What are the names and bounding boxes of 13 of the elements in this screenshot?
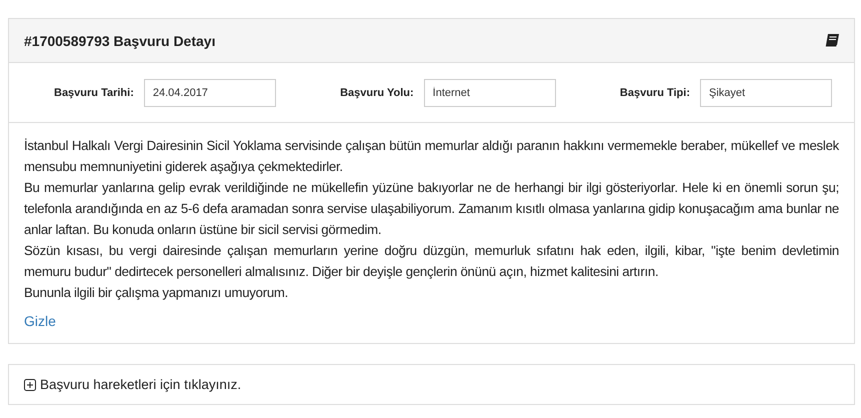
field-label: Başvuru Tipi:	[620, 86, 690, 98]
field-label: Başvuru Yolu:	[340, 86, 414, 98]
expand-icon	[24, 378, 36, 390]
paragraph: Bu memurlar yanlarına gelip evrak verildiğinde ne mükellefin yüzüne bakıyorlar ne de herhangi bir ilgi gösteriyorlar. Hele ki en önemli sorun şu; telefonla arandığında en az 5-6 defa aramadan sonra servise ulaşabiliyorum. Zamanım kısıtlı olmasa yanlarına gidip konuşacağım ama bunlar ne anlar laftan. Bu konuda onların üstüne bir sicil servisi görmedim.	[24, 179, 839, 239]
field-label: Başvuru Tarihi:	[54, 86, 134, 98]
book-icon[interactable]	[825, 34, 839, 47]
input-field[interactable]: Şikayet	[700, 78, 832, 106]
paragraph: Bununla ilgili bir çalışma yapmanızı umuyorum.	[24, 284, 290, 302]
panel-title: #1700589793 Başvuru Detayı	[24, 32, 216, 48]
input-field[interactable]: 24.04.2017	[144, 78, 276, 106]
paragraph: Sözün kısası, bu vergi dairesinde çalışan memurların yerine doğru düzgün, memurluk sıfatını hak eden, ilgili, kibar, "işte benim devletimin memuru budur" dedirtecek personelleri almalısınız. Diğer bir deyişle gençlerin önünü açın, hizmet kalitesini artırın.	[24, 242, 839, 281]
paragraph: İstanbul Halkalı Vergi Dairesinin Sicil Yoklama servisinde çalışan bütün memurlar aldığı paranın hakkını vermemekle beraber, mükellef ve meslek mensubu memnuniyetini giderek aşağıya çekmektedirler.	[24, 137, 839, 176]
hide-link[interactable]: Gizle	[24, 313, 56, 329]
